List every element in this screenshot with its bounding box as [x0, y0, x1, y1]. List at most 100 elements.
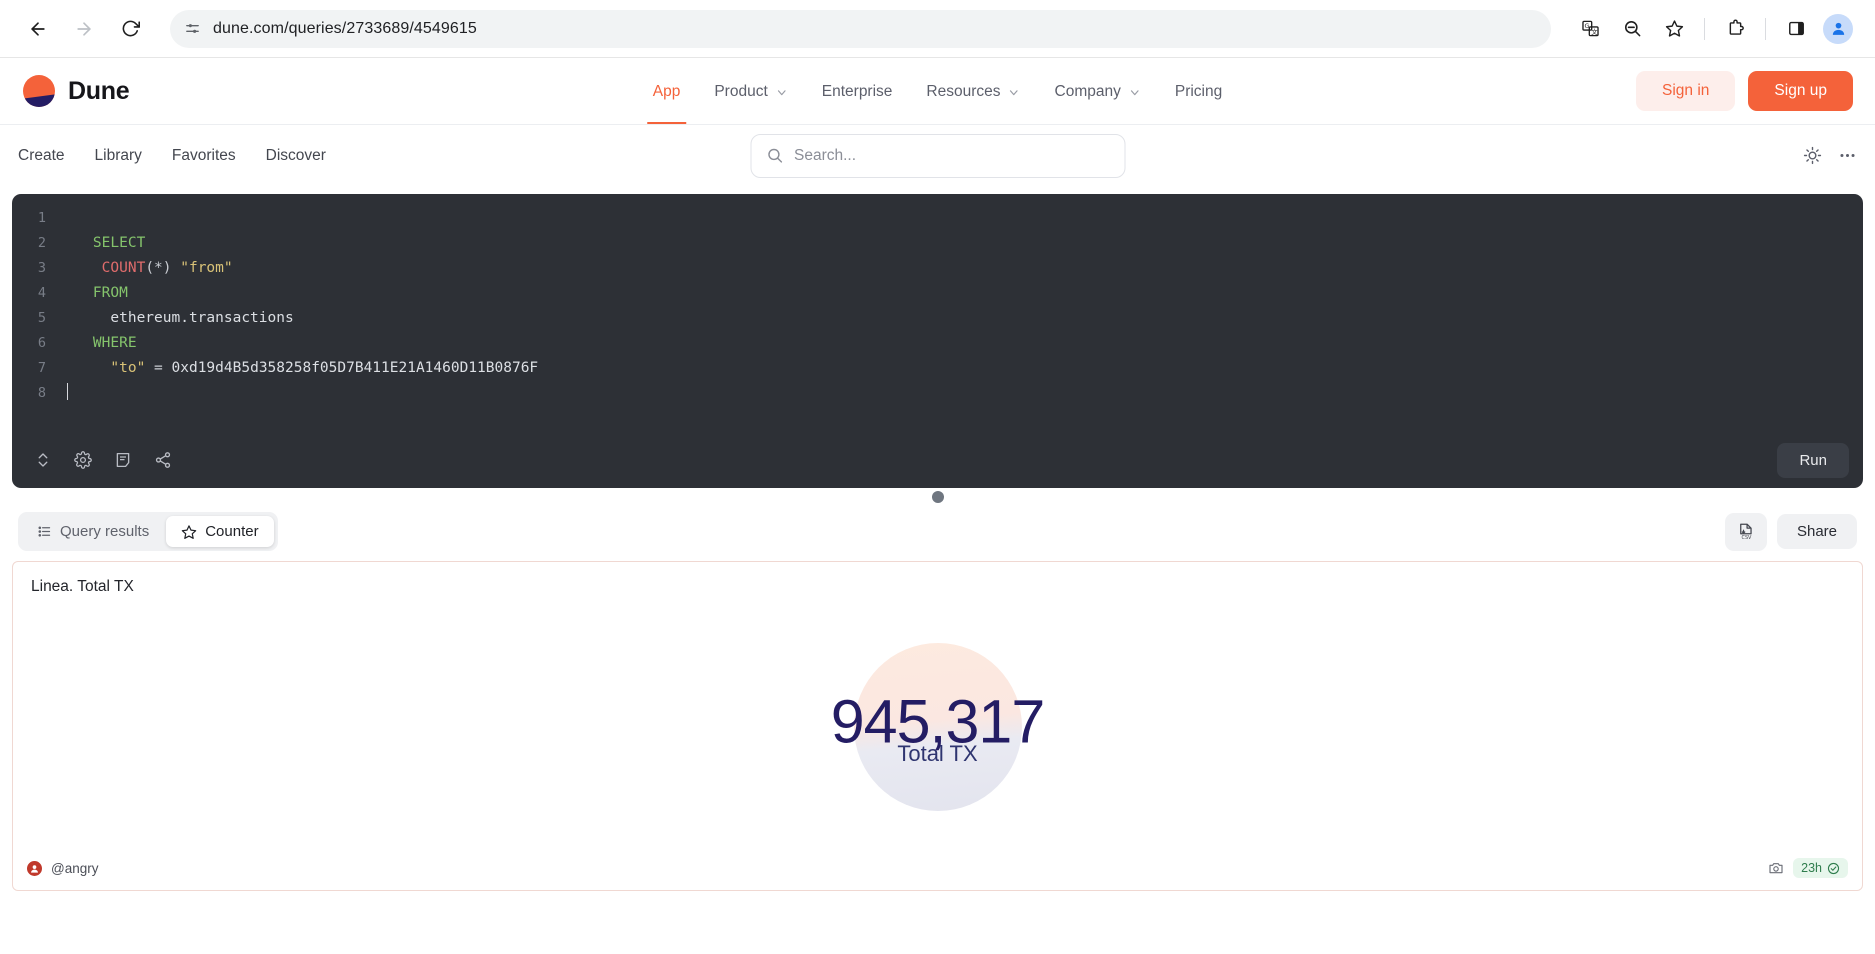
header-auth-actions: Sign in Sign up — [1636, 71, 1853, 111]
code-line: 6 WHERE — [12, 331, 1863, 356]
site-info-icon[interactable] — [184, 20, 201, 37]
code-text: COUNT(*) "from" — [101, 260, 233, 276]
svg-text:G: G — [1584, 23, 1589, 30]
extensions-puzzle-icon[interactable] — [1716, 10, 1754, 48]
counter-footer-actions: 23h — [1768, 858, 1848, 878]
code-text: "to" = 0xd19d4B5d358258f05D7B411E21A1460… — [110, 360, 539, 376]
svg-text:CSV: CSV — [1742, 535, 1753, 541]
editor-toolbar: Run — [12, 432, 1863, 488]
line-number: 6 — [37, 335, 46, 351]
counter-visualization-panel: Linea. Total TX 945,317 Total TX @angry … — [12, 561, 1863, 891]
browser-back-button[interactable] — [18, 9, 58, 49]
code-line: 8 — [12, 381, 1863, 406]
avatar — [1823, 13, 1853, 44]
dune-logo-link[interactable]: Dune — [22, 74, 130, 108]
chevron-down-icon — [775, 86, 788, 99]
results-tab-group: Query results Counter — [18, 512, 278, 551]
sidebar-item-library[interactable]: Library — [95, 147, 142, 165]
note-icon[interactable] — [106, 443, 140, 477]
nav-label-enterprise: Enterprise — [821, 83, 893, 100]
theme-toggle-icon[interactable] — [1803, 146, 1822, 165]
sign-up-button[interactable]: Sign up — [1748, 71, 1853, 111]
line-number: 8 — [37, 385, 46, 401]
counter-stage: 945,317 Total TX — [13, 596, 1862, 858]
share-button[interactable]: Share — [1776, 514, 1857, 549]
sql-editor[interactable]: 12 SELECT 3 COUNT(*) "from" 4 FROM 5 ethere… — [12, 194, 1863, 488]
sidebar-item-create[interactable]: Create — [18, 147, 65, 165]
search-icon — [766, 147, 783, 164]
share-network-icon[interactable] — [146, 443, 180, 477]
dune-header: Dune App Product Enterprise Resources Co… — [0, 58, 1875, 124]
code-text: FROM — [92, 285, 128, 301]
code-text — [58, 381, 69, 406]
nav-item-company[interactable]: Company — [1055, 58, 1141, 124]
panel-resize-handle[interactable] — [0, 488, 1875, 506]
results-actions: CSV Share — [1724, 512, 1857, 551]
nav-label-product: Product — [714, 83, 768, 100]
code-line: 5 ethereum.transactions — [12, 306, 1863, 331]
translate-icon[interactable]: G文 — [1571, 10, 1609, 48]
results-toolbar: Query results Counter CSV Share — [0, 506, 1875, 561]
sql-code-area[interactable]: 12 SELECT 3 COUNT(*) "from" 4 FROM 5 ethere… — [12, 194, 1863, 432]
dune-logo-icon — [22, 74, 56, 108]
code-line: 2 SELECT — [12, 231, 1863, 256]
counter-footer: @angry 23h — [13, 858, 1862, 890]
author-handle: @angry — [51, 860, 99, 876]
line-number: 3 — [37, 260, 46, 276]
freshness-label: 23h — [1801, 861, 1822, 875]
line-number: 4 — [37, 285, 46, 301]
secondary-nav-links: Create Library Favorites Discover — [18, 147, 326, 165]
browser-toolbar: dune.com/queries/2733689/4549615 G文 — [0, 0, 1875, 58]
search-placeholder: Search... — [794, 146, 857, 164]
sign-in-button[interactable]: Sign in — [1636, 71, 1736, 111]
tab-label-query-results: Query results — [60, 523, 150, 540]
more-options-icon[interactable] — [1838, 146, 1857, 165]
toolbar-divider-2 — [1765, 17, 1766, 40]
run-query-button[interactable]: Run — [1777, 442, 1849, 478]
address-bar-url: dune.com/queries/2733689/4549615 — [213, 19, 477, 37]
nav-item-pricing[interactable]: Pricing — [1175, 58, 1222, 124]
search-container: Search... — [750, 133, 1125, 178]
settings-gear-icon[interactable] — [66, 443, 100, 477]
download-csv-icon[interactable]: CSV — [1724, 512, 1767, 551]
svg-text:文: 文 — [1591, 27, 1598, 36]
code-line: 4 FROM — [12, 281, 1863, 306]
line-number: 5 — [37, 310, 46, 326]
nav-item-resources[interactable]: Resources — [926, 58, 1020, 124]
code-text: WHERE — [92, 335, 137, 351]
star-icon — [181, 524, 197, 540]
bookmark-star-icon[interactable] — [1655, 10, 1693, 48]
nav-label-company: Company — [1054, 83, 1121, 100]
nav-item-product[interactable]: Product — [714, 58, 787, 124]
secondary-nav-actions — [1803, 146, 1857, 165]
tab-label-counter: Counter — [205, 523, 259, 540]
dune-brand-name: Dune — [68, 76, 130, 105]
query-author[interactable]: @angry — [27, 860, 99, 876]
resize-dot — [931, 491, 944, 503]
address-bar[interactable]: dune.com/queries/2733689/4549615 — [170, 9, 1551, 48]
tab-query-results[interactable]: Query results — [22, 516, 164, 547]
zoom-out-icon[interactable] — [1613, 10, 1651, 48]
toolbar-divider — [1704, 17, 1705, 40]
check-circle-icon — [1827, 862, 1840, 875]
counter-label: Total TX — [897, 741, 978, 766]
camera-icon[interactable] — [1768, 860, 1784, 876]
tab-counter[interactable]: Counter — [166, 516, 274, 547]
author-avatar-icon — [27, 860, 42, 876]
browser-forward-button[interactable] — [64, 9, 104, 49]
nav-item-enterprise[interactable]: Enterprise — [822, 58, 893, 124]
side-panel-icon[interactable] — [1777, 10, 1815, 48]
search-input[interactable]: Search... — [750, 133, 1125, 178]
nav-label-resources: Resources — [926, 83, 1001, 100]
code-line: 7 "to" = 0xd19d4B5d358258f05D7B411E21A14… — [12, 356, 1863, 381]
browser-reload-button[interactable] — [110, 9, 150, 49]
nav-item-app[interactable]: App — [646, 58, 686, 124]
sidebar-item-discover[interactable]: Discover — [266, 147, 326, 165]
sidebar-item-favorites[interactable]: Favorites — [172, 147, 236, 165]
nav-label-app: App — [652, 83, 681, 100]
line-number: 1 — [37, 210, 46, 226]
expand-collapse-icon[interactable] — [26, 443, 60, 477]
profile-avatar[interactable] — [1819, 10, 1857, 48]
chevron-down-icon — [1128, 86, 1141, 99]
line-number: 2 — [37, 235, 46, 251]
